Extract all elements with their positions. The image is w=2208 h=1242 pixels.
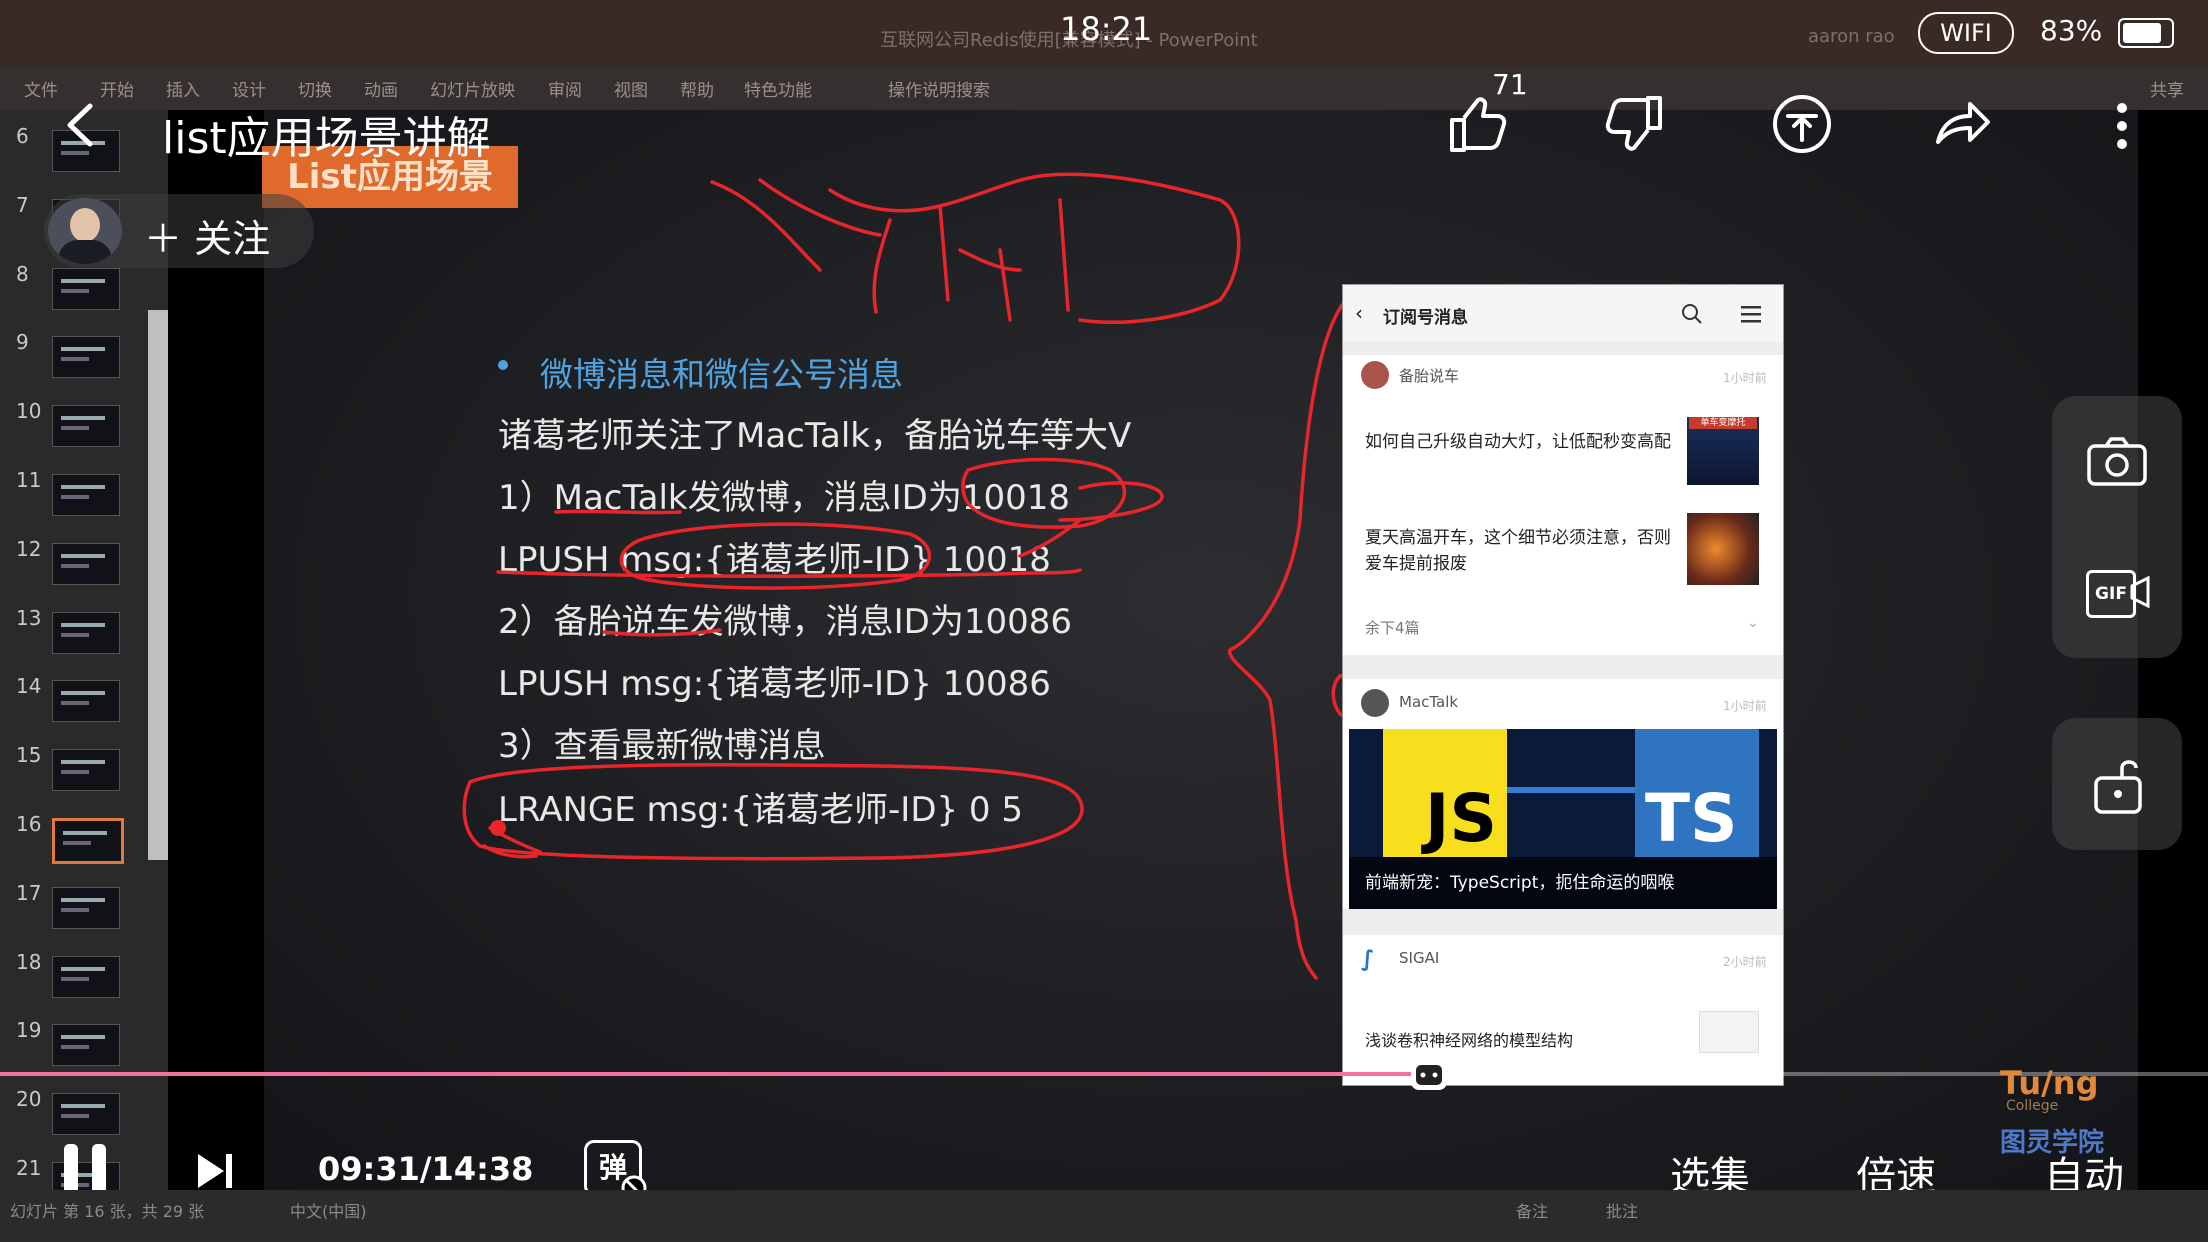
phone-divider-2 [1343,655,1783,679]
ink-circle-lrange [462,763,1084,861]
phone-header-title: 订阅号消息 [1383,308,1468,328]
progress-fill [0,1072,1429,1076]
author-avatar[interactable] [48,198,122,264]
banner-connector [1507,787,1635,793]
ink-circle-msg-key [619,522,931,590]
annotation-ink-layer [462,172,1491,980]
coin-icon[interactable] [1770,92,1834,156]
video-title: list应用场景讲解 [162,113,491,164]
article3-thumbnail [1699,1011,1759,1053]
phone-back-icon: ‹ [1355,301,1363,325]
gif-record-icon-tail [2130,575,2150,609]
expand-chevron-icon: ⌄ [1747,615,1759,631]
playback-time: 09:31/14:38 [318,1150,534,1188]
article3-title: 浅谈卷积神经网络的模型结构 [1365,1031,1574,1050]
account3-name: SIGAI [1399,949,1440,967]
ink-underline-mactalk [554,509,682,515]
battery-percent: 83% [2040,14,2103,47]
more-articles-label: 余下4篇 [1365,619,1420,637]
thumbs-down-icon[interactable] [1604,92,1668,156]
article1-badge: 单车变摩托 [1689,417,1757,429]
laser-pointer-dot [490,820,506,836]
ppt-comments-button[interactable]: 批注 [1606,1198,1638,1222]
ts-logo: TS [1635,729,1759,857]
sigai-logo-icon: ∫ [1361,947,1375,972]
ink-scribble-top [710,172,1241,324]
account2-time: 1小时前 [1723,699,1767,713]
account3-time: 2小时前 [1723,955,1767,969]
ink-underline-line3 [496,568,1082,578]
watermark-logo-en: Tu/ng [2000,1064,2099,1102]
watermark-logo-cn: 图灵学院 [2000,1128,2105,1158]
watermark-logo-sub: College [2006,1098,2059,1114]
article1-title: 如何自己升级自动大灯，让低配秒变高配 [1365,432,1671,452]
wechat-phone-mockup: ‹ 订阅号消息 备胎说车 1小时前 如何自己升级自动大灯，让低配秒变高配 单车变… [1342,284,1784,1086]
banner-caption: 前端新宠：TypeScript，扼住命运的咽喉 [1349,857,1777,909]
phone-menu-icon [1741,306,1761,323]
account1-name: 备胎说车 [1399,367,1460,385]
phone-search-icon [1682,304,1702,324]
status-time: 18:21 [1060,10,1153,48]
article1-thumbnail: 单车变摩托 [1687,417,1759,485]
back-arrow-icon[interactable] [60,100,100,150]
article2-thumbnail [1687,513,1759,585]
article2-title: 夏天高温开车，这个细节必须注意，否则爱车提前报废 [1365,528,1671,574]
account1-time: 1小时前 [1723,371,1767,385]
account2-name: MacTalk [1399,693,1459,711]
gif-record-icon[interactable]: GIF [2086,570,2136,618]
battery-icon [2118,18,2174,48]
thumbs-up-icon[interactable] [1444,92,1508,156]
progress-handle-tv-icon[interactable] [1407,1050,1451,1094]
ink-arrow-10018 [1018,481,1164,558]
ink-bracket-right [1228,298,1348,980]
follow-button[interactable]: ＋ 关注 [144,208,270,263]
account1-avatar [1361,361,1389,389]
wifi-badge: WIFI [1918,12,2014,54]
ink-underline-line4 [602,628,722,637]
ppt-notes-button[interactable]: 备注 [1516,1198,1548,1222]
account2-avatar [1361,689,1389,717]
js-logo: JS [1383,729,1507,857]
ppt-language: 中文(中国) [290,1202,367,1221]
phone-divider-1 [1343,341,1783,355]
share-icon[interactable] [1930,92,1994,156]
mactalk-banner: JS TS 前端新宠：TypeScript，扼住命运的咽喉 [1349,729,1777,909]
more-options-icon[interactable] [2112,100,2132,152]
screen-lock-icon[interactable] [2092,752,2146,816]
ppt-slide-counter: 幻灯片 第 16 张，共 29 张 [10,1202,205,1221]
phone-divider-3 [1343,909,1783,935]
screenshot-camera-icon[interactable] [2086,436,2148,488]
next-episode-icon[interactable] [196,1150,236,1192]
